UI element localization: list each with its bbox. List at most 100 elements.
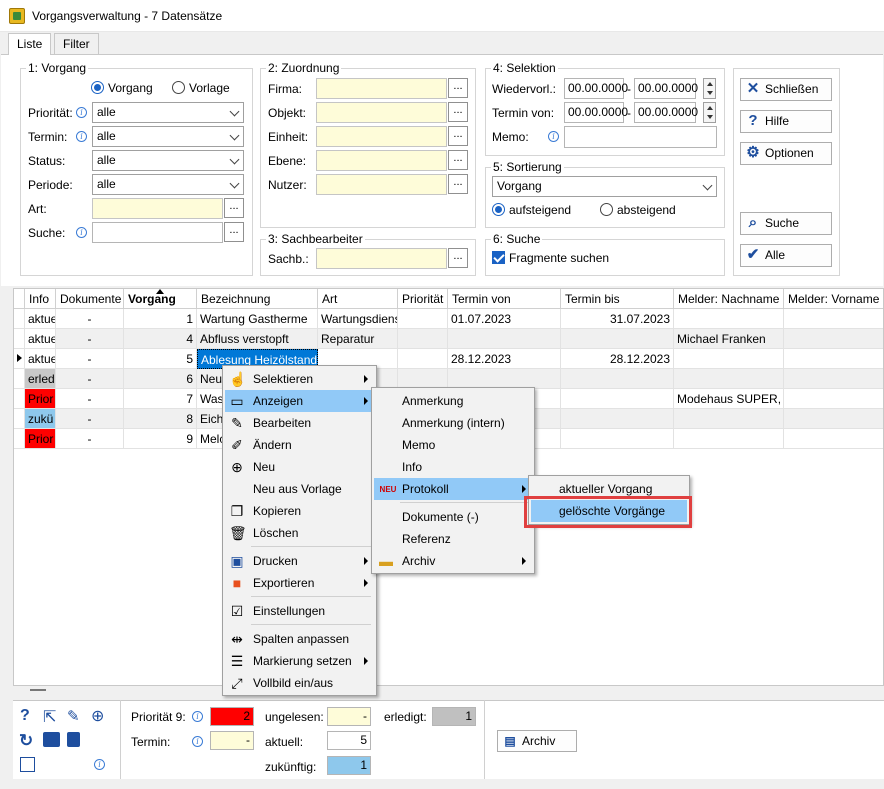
cell-dokumente[interactable]: - bbox=[56, 329, 124, 349]
info-icon[interactable]: i bbox=[76, 107, 87, 118]
suche-input[interactable] bbox=[92, 222, 223, 243]
col-header-info[interactable]: Info bbox=[25, 289, 56, 309]
cell-melder-vorname[interactable] bbox=[784, 369, 883, 389]
cell-info[interactable]: aktue bbox=[25, 309, 56, 329]
cell-melder-vorname[interactable] bbox=[784, 389, 883, 409]
row-header[interactable] bbox=[14, 369, 25, 389]
cell-info[interactable]: zukü bbox=[25, 409, 56, 429]
options-button[interactable]: ⚙ Optionen bbox=[740, 142, 832, 165]
cell-vorgang[interactable]: 4 bbox=[124, 329, 197, 349]
col-header-art[interactable]: Art bbox=[318, 289, 398, 309]
pencil-icon[interactable]: ✎ bbox=[67, 707, 80, 725]
objekt-field[interactable] bbox=[316, 102, 447, 123]
row-header[interactable] bbox=[14, 349, 25, 369]
cell-prioritaet[interactable] bbox=[398, 349, 448, 369]
wiedervorl-to[interactable]: 00.00.0000 bbox=[634, 78, 698, 99]
col-header-termin-von[interactable]: Termin von bbox=[448, 289, 561, 309]
tab-liste[interactable]: Liste bbox=[8, 33, 52, 55]
cell-termin-von[interactable] bbox=[448, 329, 561, 349]
col-header-bezeichnung[interactable]: Bezeichnung bbox=[197, 289, 318, 309]
nutzer-dots-button[interactable]: ... bbox=[448, 174, 468, 194]
cell-melder-vorname[interactable] bbox=[784, 309, 883, 329]
row-header[interactable] bbox=[14, 389, 25, 409]
menu-anmerkung-intern[interactable]: Anmerkung (intern) bbox=[374, 412, 532, 434]
settings-check-icon[interactable] bbox=[20, 757, 35, 772]
cell-termin-bis[interactable] bbox=[561, 429, 674, 449]
col-header-melder-nachname[interactable]: Melder: Nachname bbox=[674, 289, 784, 309]
help-button[interactable]: ? Hilfe bbox=[740, 110, 832, 133]
menu-anmerkung[interactable]: Anmerkung bbox=[374, 390, 532, 412]
cell-info[interactable]: aktue bbox=[25, 329, 56, 349]
splitter-handle[interactable] bbox=[30, 689, 46, 691]
row-header[interactable] bbox=[14, 329, 25, 349]
info-icon[interactable]: i bbox=[192, 711, 203, 722]
cursor-icon[interactable]: ⇱ bbox=[43, 707, 56, 727]
print-icon[interactable] bbox=[43, 732, 60, 747]
menu-aendern[interactable]: ✐ Ändern bbox=[225, 434, 374, 456]
menu-dokumente[interactable]: Dokumente (-) bbox=[374, 506, 532, 528]
add-icon[interactable]: ⊕ bbox=[91, 706, 104, 726]
cell-melder-nachname[interactable] bbox=[674, 409, 784, 429]
tab-filter[interactable]: Filter bbox=[54, 33, 99, 54]
fragmente-checkbox[interactable] bbox=[492, 251, 505, 264]
cell-dokumente[interactable]: - bbox=[56, 429, 124, 449]
periode-select[interactable]: alle bbox=[92, 174, 244, 195]
menu-loeschen[interactable]: 🗑 Löschen bbox=[225, 522, 374, 544]
firma-dots-button[interactable]: ... bbox=[448, 78, 468, 98]
col-header-termin-bis[interactable]: Termin bis bbox=[561, 289, 674, 309]
menu-drucken[interactable]: ▣ Drucken bbox=[225, 550, 374, 572]
status-select[interactable]: alle bbox=[92, 150, 244, 171]
art-dots-button[interactable]: ... bbox=[224, 198, 244, 218]
menu-markierung-setzen[interactable]: ☰ Markierung setzen bbox=[225, 650, 374, 672]
menu-kopieren[interactable]: ❐ Kopieren bbox=[225, 500, 374, 522]
menu-bearbeiten[interactable]: ✎ Bearbeiten bbox=[225, 412, 374, 434]
termin-select[interactable]: alle bbox=[92, 126, 244, 147]
terminvon-from[interactable]: 00.00.0000 bbox=[564, 102, 628, 123]
office-icon[interactable] bbox=[67, 732, 80, 747]
cell-melder-vorname[interactable] bbox=[784, 409, 883, 429]
cell-vorgang[interactable]: 5 bbox=[124, 349, 197, 369]
cell-vorgang[interactable]: 1 bbox=[124, 309, 197, 329]
cell-bezeichnung[interactable]: Wartung Gastherme bbox=[197, 309, 318, 329]
cell-bezeichnung[interactable]: Abfluss verstopft bbox=[197, 329, 318, 349]
cell-melder-vorname[interactable] bbox=[784, 329, 883, 349]
cell-vorgang[interactable]: 9 bbox=[124, 429, 197, 449]
menu-info[interactable]: Info bbox=[374, 456, 532, 478]
cell-info[interactable]: Prior bbox=[25, 389, 56, 409]
menu-anzeigen[interactable]: ▭ Anzeigen bbox=[225, 390, 374, 412]
cell-info[interactable]: erled bbox=[25, 369, 56, 389]
cell-melder-nachname[interactable]: Modehaus SUPER, F bbox=[674, 389, 784, 409]
ebene-field[interactable] bbox=[316, 150, 447, 171]
firma-field[interactable] bbox=[316, 78, 447, 99]
info-icon[interactable]: i bbox=[548, 131, 559, 142]
cell-dokumente[interactable]: - bbox=[56, 309, 124, 329]
cell-dokumente[interactable]: - bbox=[56, 349, 124, 369]
cell-vorgang[interactable]: 7 bbox=[124, 389, 197, 409]
cell-art[interactable]: Reparatur bbox=[318, 329, 398, 349]
refresh-icon[interactable]: ↻ bbox=[19, 731, 33, 751]
cell-termin-von[interactable]: 01.07.2023 bbox=[448, 309, 561, 329]
cell-termin-bis[interactable]: 31.07.2023 bbox=[561, 309, 674, 329]
cell-prioritaet[interactable] bbox=[398, 329, 448, 349]
menu-protokoll[interactable]: NEU Protokoll bbox=[374, 478, 532, 500]
cell-melder-nachname[interactable] bbox=[674, 309, 784, 329]
cell-termin-bis[interactable] bbox=[561, 409, 674, 429]
cell-info[interactable]: Prior bbox=[25, 429, 56, 449]
terminvon-to[interactable]: 00.00.0000 bbox=[634, 102, 698, 123]
row-header[interactable] bbox=[14, 309, 25, 329]
info-icon[interactable]: i bbox=[76, 131, 87, 142]
cell-melder-nachname[interactable]: Michael Franken bbox=[674, 329, 784, 349]
cell-melder-nachname[interactable] bbox=[674, 369, 784, 389]
wiedervorl-spinner[interactable] bbox=[703, 78, 716, 99]
cell-prioritaet[interactable] bbox=[398, 309, 448, 329]
terminvon-spinner[interactable] bbox=[703, 102, 716, 123]
menu-memo[interactable]: Memo bbox=[374, 434, 532, 456]
radio-vorlage[interactable] bbox=[172, 81, 185, 94]
archiv-button[interactable]: ▤ Archiv bbox=[497, 730, 577, 752]
help-icon[interactable]: ? bbox=[20, 707, 30, 725]
menu-spalten-anpassen[interactable]: ⇹ Spalten anpassen bbox=[225, 628, 374, 650]
cell-termin-bis[interactable] bbox=[561, 369, 674, 389]
cell-melder-nachname[interactable] bbox=[674, 349, 784, 369]
cell-dokumente[interactable]: - bbox=[56, 389, 124, 409]
menu-selektieren[interactable]: ☝ Selektieren bbox=[225, 368, 374, 390]
